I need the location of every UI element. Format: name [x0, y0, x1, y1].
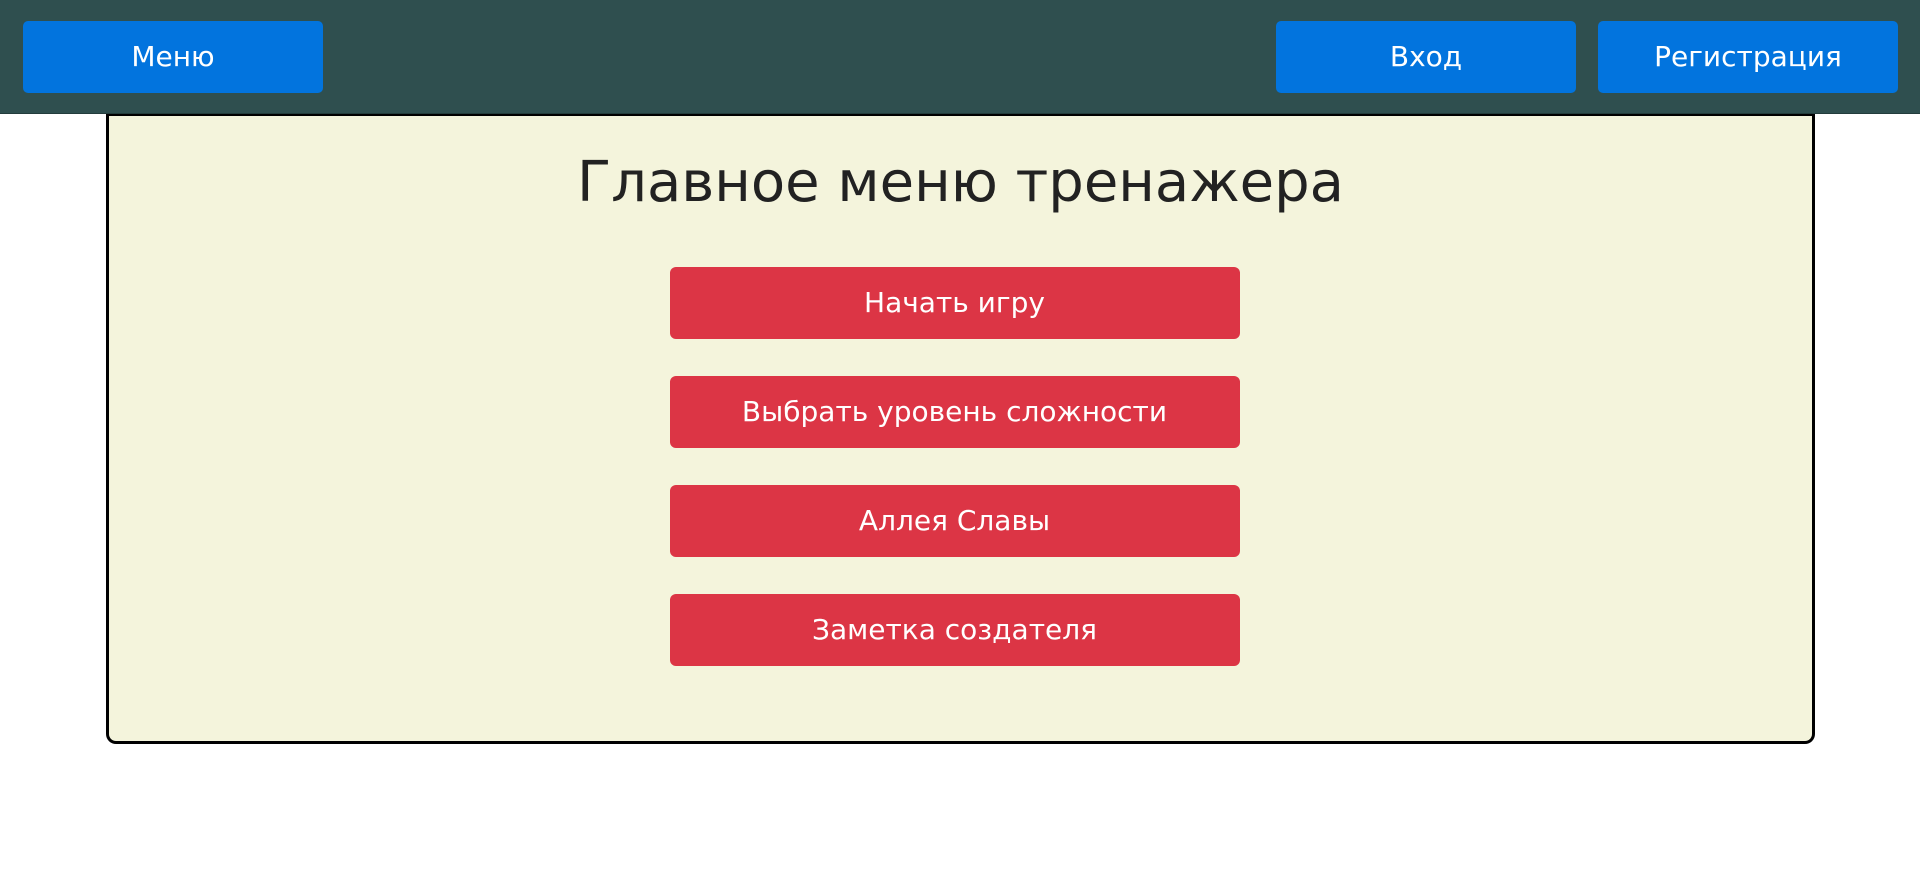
menu-button[interactable]: Меню: [23, 21, 323, 93]
creator-note-button[interactable]: Заметка создателя: [669, 594, 1240, 666]
main-menu-panel: Главное меню тренажера Начать игру Выбра…: [106, 114, 1815, 744]
top-navbar: Меню Вход Регистрация: [0, 0, 1920, 114]
select-difficulty-button[interactable]: Выбрать уровень сложности: [669, 376, 1240, 448]
menu-button-list: Начать игру Выбрать уровень сложности Ал…: [109, 267, 1812, 703]
register-button[interactable]: Регистрация: [1598, 21, 1898, 93]
start-game-button[interactable]: Начать игру: [669, 267, 1240, 339]
page-title: Главное меню тренажера: [577, 150, 1344, 215]
hall-of-fame-button[interactable]: Аллея Славы: [669, 485, 1240, 557]
login-button[interactable]: Вход: [1276, 21, 1576, 93]
